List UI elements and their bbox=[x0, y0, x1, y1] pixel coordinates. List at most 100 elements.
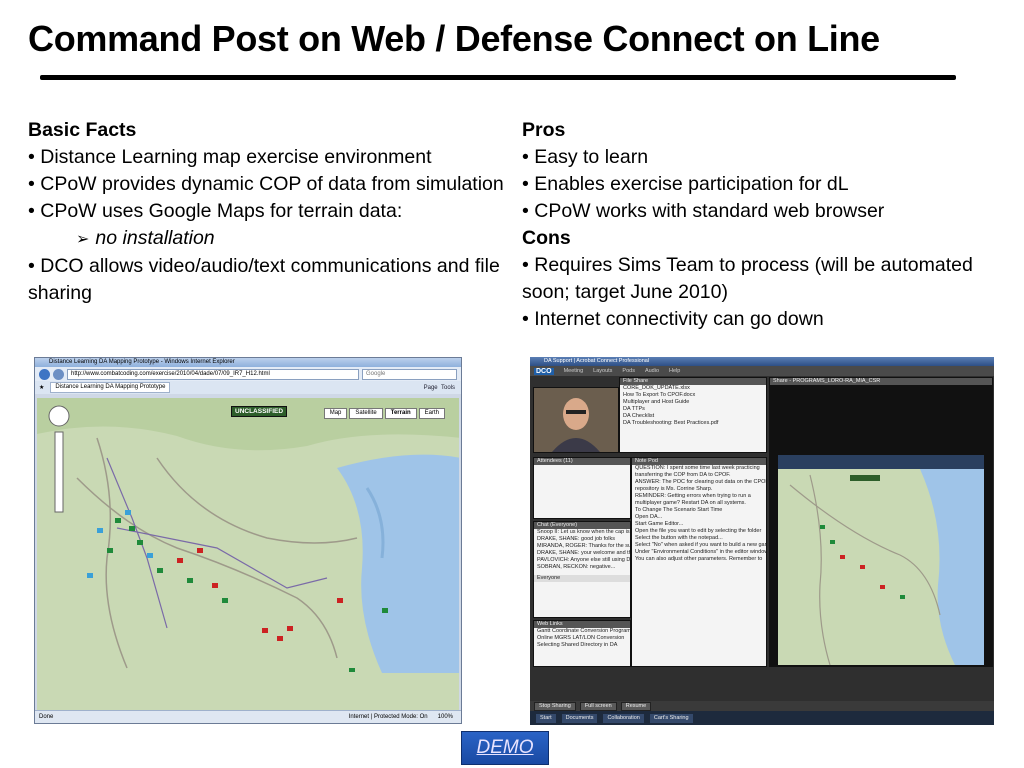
web-links-header: Web Links bbox=[534, 621, 630, 628]
note-line: QUESTION: I spent some time last week pr… bbox=[635, 465, 760, 471]
taskbar-collaboration[interactable]: Collaboration bbox=[603, 713, 644, 723]
chat-line: DRAKE, SHANE: your welcome and thank you bbox=[537, 550, 630, 556]
connect-screenshot: DA Support | Acrobat Connect Professiona… bbox=[530, 357, 994, 725]
file-share-pod: File Share CORE_DOK_UPDATE.xlsx How To E… bbox=[619, 377, 767, 453]
chat-line: Snoop II: Let us know when the cap is ov… bbox=[537, 529, 630, 535]
menu-pods[interactable]: Pods bbox=[622, 368, 635, 374]
file-item[interactable]: How To Export To CPOF.docx bbox=[620, 392, 766, 399]
taskbar-start[interactable]: Start bbox=[536, 713, 556, 723]
map-type-earth-button[interactable]: Earth bbox=[418, 408, 445, 419]
menu-layouts[interactable]: Layouts bbox=[593, 368, 612, 374]
attendees-header: Attendees (11) bbox=[534, 458, 630, 465]
pro-easy: • Easy to learn bbox=[522, 146, 649, 168]
arrow-bullet-icon: ➢ bbox=[76, 231, 90, 248]
note-line: To Change The Scenario Start Time bbox=[635, 507, 723, 513]
note-line: REMINDER: Getting errors when trying to … bbox=[635, 493, 751, 499]
note-line: Open the file you want to edit by select… bbox=[635, 528, 762, 534]
chat-line: MIRANDA, ROGER: Thanks for the support bbox=[537, 543, 630, 549]
note-line: repository is Ms. Corrine Sharp. bbox=[635, 486, 713, 492]
bullet-distance-learning: • Distance Learning map exercise environ… bbox=[28, 146, 432, 168]
file-item[interactable]: Multiplayer and Host Guide bbox=[620, 399, 766, 406]
note-line: Start Game Editor... bbox=[635, 521, 684, 527]
web-link[interactable]: Selecting Shared Directory in DA bbox=[534, 642, 630, 649]
chat-line: DRAKE, SHANE: good job folks bbox=[537, 536, 615, 542]
status-text: Done bbox=[39, 714, 54, 720]
url-field[interactable]: http://www.combatcoding.com/exercise/201… bbox=[67, 368, 359, 380]
file-item[interactable]: CORE_DOK_UPDATE.xlsx bbox=[620, 385, 766, 392]
page-menu[interactable]: Page bbox=[424, 385, 438, 391]
browser-title-bar: Distance Learning DA Mapping Prototype -… bbox=[35, 358, 461, 367]
basic-facts-column: Basic Facts • Distance Learning map exer… bbox=[28, 117, 508, 307]
map-type-terrain-button[interactable]: Terrain bbox=[384, 408, 417, 419]
menu-audio[interactable]: Audio bbox=[645, 368, 659, 374]
map-type-map-button[interactable]: Map bbox=[323, 408, 348, 419]
file-item[interactable]: DA Troubleshooting: Best Practices.pdf bbox=[620, 420, 766, 427]
chat-recipient-select[interactable]: Everyone bbox=[534, 575, 630, 582]
menu-meeting[interactable]: Meeting bbox=[564, 368, 584, 374]
bullet-dco: • DCO allows video/audio/text communicat… bbox=[28, 255, 500, 304]
shared-map-image bbox=[770, 385, 992, 666]
notes-pod: Note Pod QUESTION: I spent some time las… bbox=[631, 457, 767, 667]
web-link[interactable]: Gantt Coordinate Conversion Program bbox=[534, 628, 630, 635]
con-connectivity: • Internet connectivity can go down bbox=[522, 308, 824, 330]
chat-line: PAVLOVICH: Anyone else still using DA? bbox=[537, 557, 630, 563]
note-line: multiplayer game? Restart DA on all syst… bbox=[635, 500, 746, 506]
full-screen-button[interactable]: Full screen bbox=[579, 701, 617, 711]
demo-button[interactable]: DEMO bbox=[461, 731, 549, 765]
map-graphic bbox=[37, 398, 459, 673]
basic-facts-heading: Basic Facts bbox=[28, 119, 137, 141]
note-line: Open DA... bbox=[635, 514, 663, 520]
search-field[interactable]: Google bbox=[362, 368, 457, 380]
cons-heading: Cons bbox=[522, 227, 571, 249]
map-type-selector: Map Satellite Terrain Earth bbox=[323, 408, 445, 419]
unclassified-banner: UNCLASSIFIED bbox=[231, 406, 288, 417]
forward-icon[interactable] bbox=[53, 368, 64, 380]
note-line: Select "No" when asked if you want to bu… bbox=[635, 542, 766, 548]
browser-toolbar: Page Tools bbox=[424, 385, 455, 391]
demo-link[interactable]: DEMO bbox=[477, 737, 534, 759]
browser-map-screenshot: Distance Learning DA Mapping Prototype -… bbox=[34, 357, 462, 724]
map-type-satellite-button[interactable]: Satellite bbox=[349, 408, 383, 419]
favorites-star-icon[interactable]: ★ bbox=[39, 384, 44, 391]
attendees-pod: Attendees (11) bbox=[533, 457, 631, 519]
stop-sharing-button[interactable]: Stop Sharing bbox=[534, 701, 576, 711]
pro-browser: • CPoW works with standard web browser bbox=[522, 200, 885, 222]
web-link[interactable]: Online MGRS LAT/LON Conversion bbox=[534, 635, 630, 642]
security-zone: Internet | Protected Mode: On bbox=[348, 714, 428, 720]
note-line: ANSWER: The POC for clearing out data on… bbox=[635, 479, 766, 485]
bullet-cpow-cop: • CPoW provides dynamic COP of data from… bbox=[28, 173, 504, 195]
file-share-header: File Share bbox=[620, 378, 766, 385]
file-item[interactable]: DA Checklist bbox=[620, 413, 766, 420]
notes-header: Note Pod bbox=[632, 458, 766, 465]
webcam-person-image bbox=[534, 388, 618, 452]
resume-button[interactable]: Resume bbox=[620, 701, 652, 711]
browser-tab[interactable]: Distance Learning DA Mapping Prototype bbox=[50, 382, 171, 393]
con-sims-team: • Requires Sims Team to process (will be… bbox=[522, 254, 973, 303]
sub-bullet-no-installation: ➢ no installation bbox=[76, 227, 215, 249]
pros-cons-column: Pros • Easy to learn • Enables exercise … bbox=[522, 117, 992, 333]
taskbar-sharing[interactable]: Cart's Sharing bbox=[649, 713, 693, 723]
pro-exercise: • Enables exercise participation for dL bbox=[522, 173, 849, 195]
taskbar-documents[interactable]: Documents bbox=[561, 713, 598, 723]
tools-menu[interactable]: Tools bbox=[441, 385, 455, 391]
slide-title: Command Post on Web / Defense Connect on… bbox=[28, 18, 880, 59]
web-links-pod: Web Links Gantt Coordinate Conversion Pr… bbox=[533, 620, 631, 667]
chat-line: SOBRAN, RECKON: negative... bbox=[537, 564, 616, 570]
connect-taskbar: Start Documents Collaboration Cart's Sha… bbox=[530, 711, 994, 725]
menu-help[interactable]: Help bbox=[669, 368, 680, 374]
title-underline bbox=[40, 75, 956, 80]
note-line: Select the button with the notepad... bbox=[635, 535, 723, 541]
screen-share-pod: Share - PROGRAMS_LORO-RA_MIA_CSR bbox=[769, 377, 993, 667]
terrain-map[interactable]: UNCLASSIFIED Map Satellite Terrain Earth bbox=[37, 398, 459, 711]
note-line: transferring the COP from DA to CPOF. bbox=[635, 472, 731, 478]
zoom-level[interactable]: 100% bbox=[438, 714, 453, 720]
pros-heading: Pros bbox=[522, 119, 566, 141]
file-item[interactable]: DA TTPs bbox=[620, 406, 766, 413]
bullet-google-maps: • CPoW uses Google Maps for terrain data… bbox=[28, 200, 403, 222]
chat-pod: Chat (Everyone) Snoop II: Let us know wh… bbox=[533, 521, 631, 618]
back-icon[interactable] bbox=[39, 368, 50, 380]
screen-share-header: Share - PROGRAMS_LORO-RA_MIA_CSR bbox=[770, 378, 992, 385]
note-line: You can also adjust other parameters. Re… bbox=[635, 556, 763, 562]
connect-menu-bar: DCO Meeting Layouts Pods Audio Help bbox=[530, 366, 994, 376]
browser-tab-bar: ★ Distance Learning DA Mapping Prototype… bbox=[35, 381, 461, 394]
